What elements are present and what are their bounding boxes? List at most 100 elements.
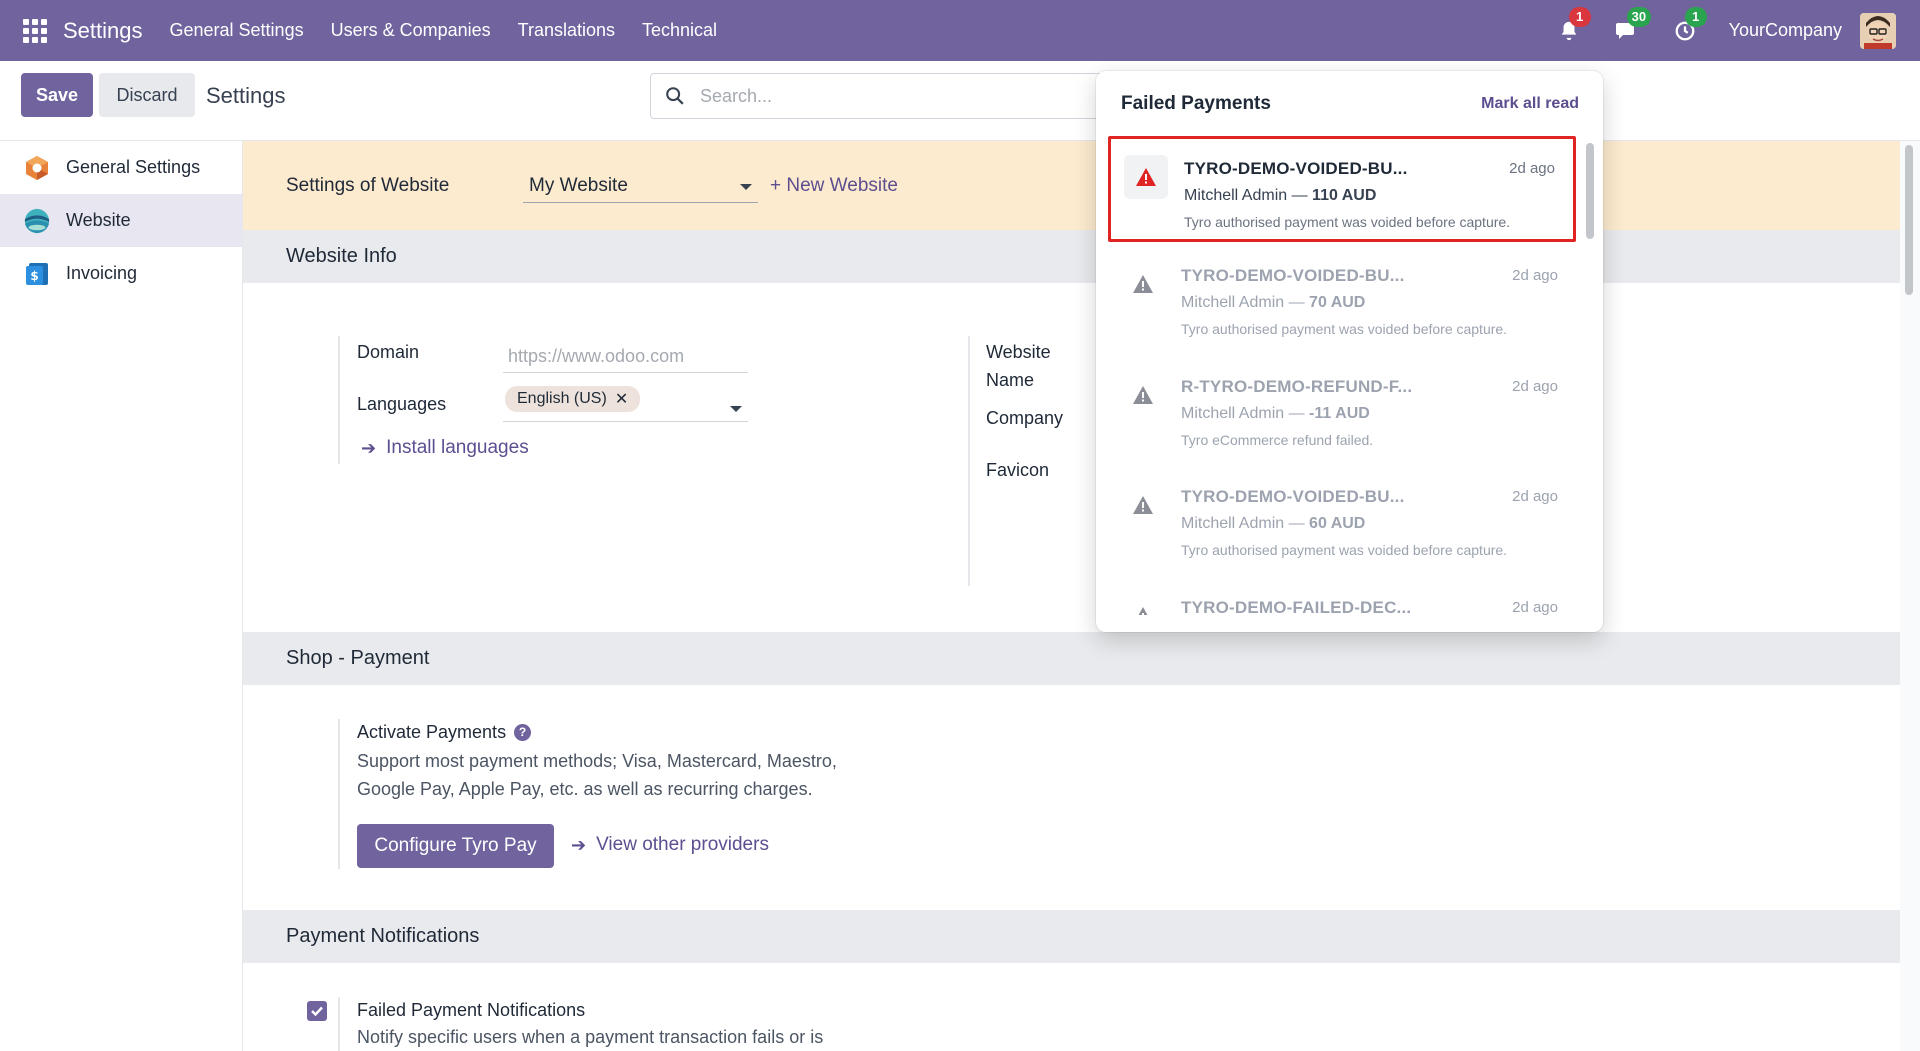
menu-translations[interactable]: Translations bbox=[518, 20, 615, 41]
favicon-label: Favicon bbox=[986, 460, 1050, 480]
notification-user: Mitchell Admin — bbox=[1184, 187, 1308, 204]
notification-item[interactable]: R-TYRO-DEMO-REFUND-F... 2d ago Mitchell … bbox=[1108, 357, 1576, 463]
new-website-link[interactable]: + New Website bbox=[770, 175, 898, 197]
failed-payments-popover: Failed Payments Mark all read TYRO-DEMO-… bbox=[1096, 71, 1603, 632]
sidebar-item-invoicing[interactable]: $ Invoicing bbox=[0, 247, 242, 300]
chevron-down-icon bbox=[740, 184, 752, 190]
language-tag-label: English (US) bbox=[517, 390, 607, 407]
notification-title: TYRO-DEMO-FAILED-DEC... bbox=[1181, 598, 1412, 615]
help-question-icon[interactable]: ? bbox=[514, 723, 532, 741]
search-box bbox=[650, 73, 1110, 119]
user-avatar[interactable] bbox=[1860, 12, 1896, 49]
notification-subtitle: Mitchell Admin — 110 AUD bbox=[1184, 187, 1376, 205]
website-globe-icon bbox=[24, 208, 50, 233]
sidebar-item-general-settings[interactable]: General Settings bbox=[0, 141, 242, 194]
messages-button[interactable]: 30 bbox=[1613, 6, 1652, 45]
notification-message: Tyro authorised payment was voided befor… bbox=[1181, 542, 1508, 558]
notification-user: Mitchell Admin — bbox=[1181, 405, 1305, 422]
notification-message: Tyro eCommerce refund failed. bbox=[1181, 432, 1374, 448]
notification-item[interactable]: TYRO-DEMO-VOIDED-BU... 2d ago Mitchell A… bbox=[1108, 246, 1576, 352]
svg-text:$: $ bbox=[30, 269, 38, 283]
notification-subtitle: Mitchell Admin — 70 AUD bbox=[1181, 294, 1365, 312]
notification-title: TYRO-DEMO-VOIDED-BU... bbox=[1181, 266, 1405, 285]
notification-time: 2d ago bbox=[1509, 160, 1555, 177]
chevron-down-icon bbox=[730, 406, 742, 412]
notification-item[interactable]: TYRO-DEMO-VOIDED-BU... 2d ago Mitchell A… bbox=[1108, 467, 1576, 573]
payment-notifications-heading: Payment Notifications bbox=[243, 910, 1900, 963]
notification-time: 2d ago bbox=[1512, 267, 1558, 284]
messages-badge: 30 bbox=[1626, 6, 1652, 27]
control-panel: Save Discard Settings bbox=[0, 61, 1920, 141]
page-title: Settings bbox=[206, 83, 286, 108]
activities-button[interactable]: 1 bbox=[1671, 6, 1707, 45]
sidebar-item-label: Invoicing bbox=[66, 263, 138, 283]
notification-time: 2d ago bbox=[1512, 378, 1558, 395]
avatar-face-icon bbox=[1860, 12, 1896, 49]
view-other-providers-label: View other providers bbox=[596, 834, 769, 855]
install-languages-label: Install languages bbox=[386, 437, 529, 458]
website-name-label-2: Name bbox=[986, 370, 1035, 390]
warning-icon bbox=[1121, 373, 1165, 417]
discard-button[interactable]: Discard bbox=[99, 73, 195, 117]
notification-item[interactable]: TYRO-DEMO-VOIDED-BU... 2d ago Mitchell A… bbox=[1108, 136, 1576, 242]
warning-icon bbox=[1124, 155, 1168, 199]
install-languages-link[interactable]: ➔ Install languages bbox=[361, 437, 529, 459]
activate-payments-label: Activate Payments? bbox=[357, 722, 532, 743]
save-button[interactable]: Save bbox=[21, 73, 93, 117]
notification-amount: 110 AUD bbox=[1312, 187, 1377, 204]
website-name-label-1: Website bbox=[986, 342, 1051, 362]
settings-sidebar: General Settings Website $ Invoicing bbox=[0, 141, 243, 1051]
languages-field[interactable]: English (US) ✕ bbox=[503, 386, 748, 422]
website-select[interactable]: My Website bbox=[523, 165, 758, 203]
notification-amount: 60 AUD bbox=[1309, 515, 1366, 532]
menu-users-companies[interactable]: Users & Companies bbox=[331, 20, 491, 41]
notification-item[interactable]: TYRO-DEMO-FAILED-DEC... 2d ago bbox=[1108, 578, 1576, 615]
divider bbox=[338, 336, 340, 464]
invoicing-dollar-icon: $ bbox=[26, 262, 48, 285]
app-brand[interactable]: Settings bbox=[63, 18, 143, 44]
language-tag: English (US) ✕ bbox=[505, 386, 641, 412]
notification-subtitle: Mitchell Admin — -11 AUD bbox=[1181, 405, 1370, 423]
divider bbox=[968, 336, 970, 586]
notification-time: 2d ago bbox=[1512, 488, 1558, 505]
notification-user: Mitchell Admin — bbox=[1181, 294, 1305, 311]
website-settings-label: Settings of Website bbox=[286, 175, 450, 196]
menu-technical[interactable]: Technical bbox=[642, 20, 717, 41]
search-input[interactable] bbox=[700, 85, 1080, 107]
configure-tyro-pay-button[interactable]: Configure Tyro Pay bbox=[357, 824, 554, 868]
notification-user: Mitchell Admin — bbox=[1181, 515, 1305, 532]
warning-icon bbox=[1121, 594, 1165, 615]
languages-label: Languages bbox=[357, 394, 447, 414]
mark-all-read-link[interactable]: Mark all read bbox=[1481, 95, 1579, 113]
apps-grid-icon[interactable] bbox=[23, 18, 47, 43]
notification-time: 2d ago bbox=[1512, 599, 1558, 615]
notification-title: TYRO-DEMO-VOIDED-BU... bbox=[1181, 487, 1405, 506]
company-label: Company bbox=[986, 408, 1064, 428]
failed-notifications-description: Notify specific users when a payment tra… bbox=[357, 1027, 824, 1047]
company-switcher[interactable]: YourCompany bbox=[1729, 20, 1842, 41]
sidebar-item-website[interactable]: Website bbox=[0, 194, 242, 247]
notification-title: R-TYRO-DEMO-REFUND-F... bbox=[1181, 377, 1413, 396]
activity-bell-button[interactable]: 1 bbox=[1555, 6, 1591, 45]
domain-field[interactable]: https://www.odoo.com bbox=[503, 340, 748, 373]
menu-general-settings[interactable]: General Settings bbox=[170, 20, 304, 41]
activate-payments-description: Support most payment methods; Visa, Mast… bbox=[357, 747, 837, 803]
failed-notifications-checkbox[interactable] bbox=[307, 1001, 327, 1021]
notification-amount: -11 AUD bbox=[1309, 405, 1370, 422]
view-other-providers-link[interactable]: ➔ View other providers bbox=[571, 834, 769, 856]
page-scrollbar[interactable] bbox=[1905, 145, 1913, 295]
warning-icon bbox=[1121, 262, 1165, 306]
activity-badge: 1 bbox=[1568, 6, 1591, 27]
settings-main: Settings of Website My Website + New Web… bbox=[243, 141, 1900, 1051]
warning-icon bbox=[1121, 483, 1165, 527]
notification-message: Tyro authorised payment was voided befor… bbox=[1181, 321, 1508, 337]
notification-message: Tyro authorised payment was voided befor… bbox=[1184, 214, 1511, 230]
activate-payments-text: Activate Payments bbox=[357, 722, 507, 742]
clock-badge: 1 bbox=[1684, 6, 1707, 27]
notification-title: TYRO-DEMO-VOIDED-BU... bbox=[1184, 159, 1408, 178]
divider bbox=[338, 719, 340, 869]
popover-title: Failed Payments bbox=[1121, 93, 1271, 114]
search-icon bbox=[666, 87, 684, 105]
remove-tag-icon[interactable]: ✕ bbox=[615, 389, 628, 409]
checkmark-icon bbox=[311, 1006, 323, 1017]
